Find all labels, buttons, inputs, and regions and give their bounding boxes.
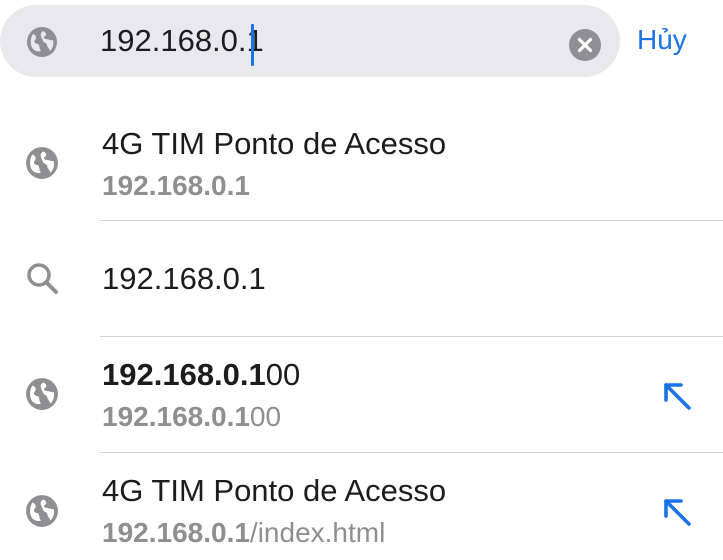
- cancel-button[interactable]: Hủy: [637, 22, 687, 58]
- arrow-up-left-icon[interactable]: [660, 495, 694, 529]
- suggestion-title: 4G TIM Ponto de Acesso: [102, 473, 447, 508]
- clear-text-button[interactable]: [569, 29, 601, 61]
- url-match-text: 192.168.0.1: [102, 170, 250, 201]
- search-suggestion-text: 192.168.0.1: [102, 261, 266, 296]
- clear-circle-icon: [577, 37, 593, 53]
- title-rest-text: 00: [265, 357, 301, 392]
- globe-icon: [26, 495, 58, 527]
- url-match-text: 192.168.0.1: [102, 517, 250, 548]
- title-match-text: 192.168.0.1: [102, 357, 266, 392]
- search-suggestion-row[interactable]: 192.168.0.1: [0, 221, 723, 336]
- suggestion-row[interactable]: 192.168.0.100 192.168.0.100: [0, 337, 723, 452]
- suggestion-url: 192.168.0.1/index.html: [102, 517, 385, 549]
- url-rest-text: 00: [249, 401, 282, 432]
- search-icon: [27, 263, 58, 294]
- text-cursor: [251, 24, 254, 66]
- suggestion-row[interactable]: 4G TIM Ponto de Acesso 192.168.0.1: [0, 110, 723, 220]
- suggestion-url: 192.168.0.1: [102, 170, 250, 202]
- arrow-up-left-icon[interactable]: [660, 379, 694, 413]
- globe-icon: [26, 147, 58, 179]
- globe-icon: [27, 27, 57, 57]
- url-input[interactable]: [100, 18, 550, 64]
- suggestion-title: 192.168.0.100: [102, 357, 300, 393]
- url-rest-text: /index.html: [249, 517, 386, 548]
- url-match-text: 192.168.0.1: [102, 401, 250, 432]
- suggestion-row[interactable]: 4G TIM Ponto de Acesso 192.168.0.1/index…: [0, 453, 723, 560]
- address-bar[interactable]: [0, 5, 620, 77]
- suggestion-title: 4G TIM Ponto de Acesso: [102, 126, 447, 161]
- suggestion-url: 192.168.0.100: [102, 401, 281, 433]
- globe-icon: [26, 378, 58, 410]
